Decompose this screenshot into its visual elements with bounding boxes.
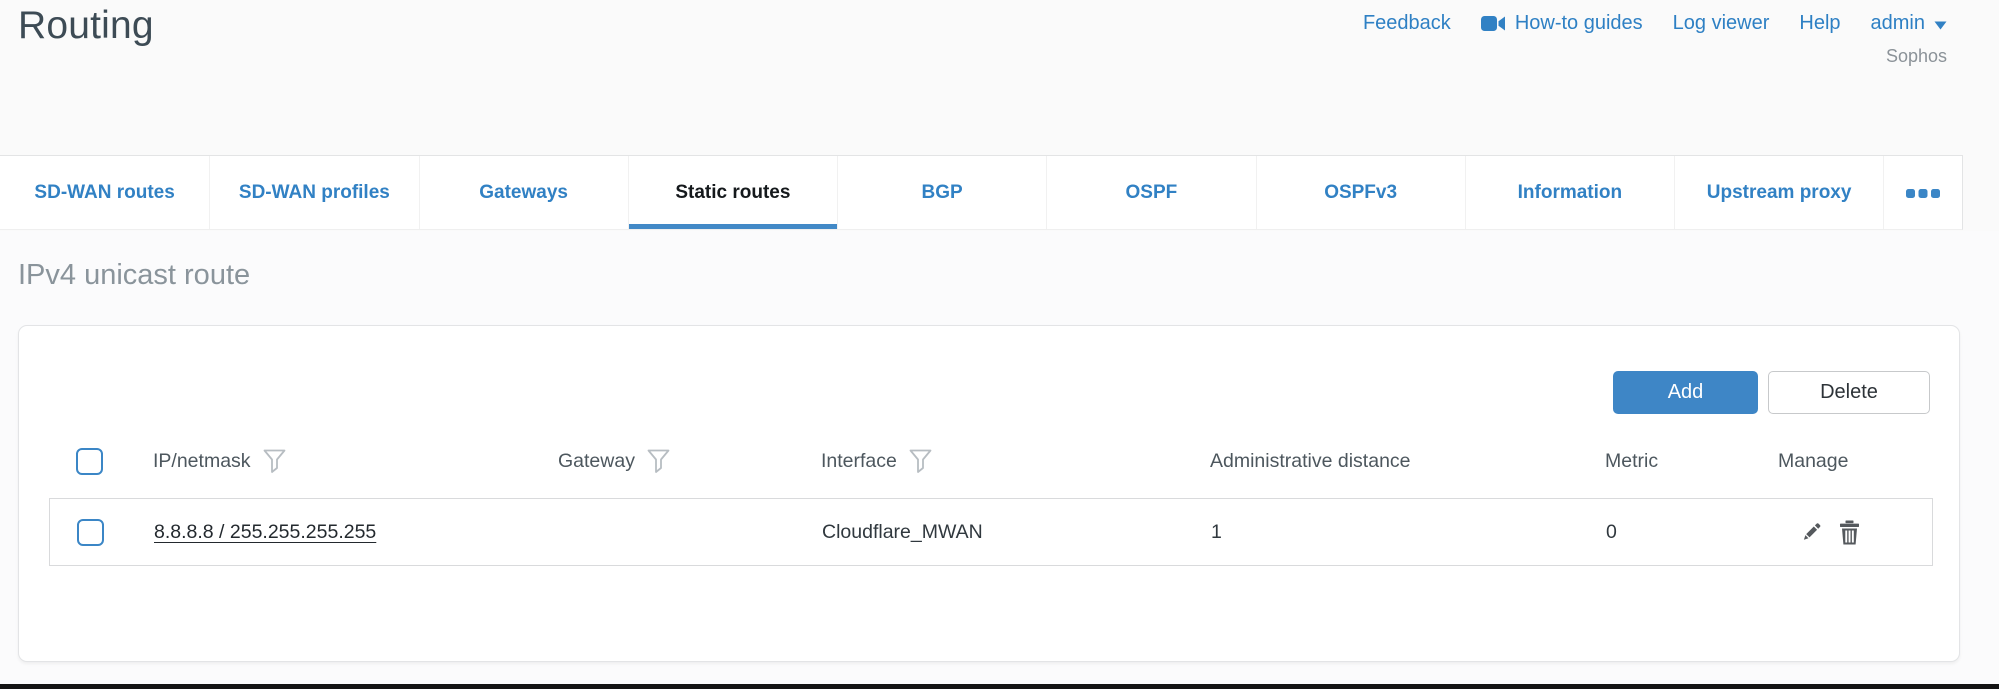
routes-panel: Add Delete IP/netmask Gateway	[18, 325, 1960, 662]
tab-more-button[interactable]	[1883, 156, 1962, 229]
tab-static-routes[interactable]: Static routes	[628, 156, 837, 229]
funnel-icon[interactable]	[263, 449, 286, 474]
column-header-interface: Interface	[821, 449, 1210, 474]
tab-label: Static routes	[675, 182, 790, 204]
user-menu[interactable]: admin	[1871, 12, 1947, 35]
delete-button[interactable]: Delete	[1768, 371, 1930, 414]
ip-netmask-link[interactable]: 8.8.8.8 / 255.255.255.255	[154, 521, 376, 543]
user-label: admin	[1871, 12, 1925, 35]
column-label: IP/netmask	[153, 450, 251, 473]
active-tab-underline	[629, 224, 837, 229]
manage-cell	[1779, 520, 1932, 545]
page-title: Routing	[18, 4, 154, 48]
tab-ospfv3[interactable]: OSPFv3	[1256, 156, 1465, 229]
tab-label: Information	[1518, 182, 1623, 204]
page-header: Routing Feedback How-to guides Log viewe…	[0, 0, 1999, 155]
tab-ospf[interactable]: OSPF	[1046, 156, 1255, 229]
add-button[interactable]: Add	[1613, 371, 1758, 414]
table-row: 8.8.8.8 / 255.255.255.255 Cloudflare_MWA…	[49, 498, 1933, 566]
help-link[interactable]: Help	[1799, 12, 1840, 35]
how-to-guides-link[interactable]: How-to guides	[1481, 12, 1643, 35]
top-nav: Feedback How-to guides Log viewer Help a…	[1363, 12, 1947, 35]
interface-cell: Cloudflare_MWAN	[822, 521, 1211, 544]
column-header-manage: Manage	[1778, 450, 1933, 473]
videocam-icon	[1481, 15, 1506, 32]
column-label: Administrative distance	[1210, 450, 1411, 473]
table-header: IP/netmask Gateway Interface	[49, 436, 1933, 486]
tab-sd-wan-routes[interactable]: SD-WAN routes	[0, 156, 209, 229]
tab-label: Gateways	[479, 182, 568, 204]
feedback-link[interactable]: Feedback	[1363, 12, 1451, 35]
select-all-checkbox[interactable]	[76, 448, 103, 475]
tab-information[interactable]: Information	[1465, 156, 1674, 229]
pencil-icon[interactable]	[1799, 520, 1823, 544]
funnel-icon[interactable]	[647, 449, 670, 474]
tab-upstream-proxy[interactable]: Upstream proxy	[1674, 156, 1883, 229]
tab-label: OSPF	[1126, 182, 1178, 204]
section-heading: IPv4 unicast route	[18, 259, 250, 292]
tab-gateways[interactable]: Gateways	[419, 156, 628, 229]
column-header-ip-netmask: IP/netmask	[153, 449, 558, 474]
tab-label: SD-WAN profiles	[239, 182, 390, 204]
tab-label: SD-WAN routes	[34, 182, 174, 204]
tab-bgp[interactable]: BGP	[837, 156, 1046, 229]
log-viewer-label: Log viewer	[1673, 12, 1770, 35]
administrative-distance-cell: 1	[1211, 521, 1606, 544]
feedback-label: Feedback	[1363, 12, 1451, 35]
brand-label: Sophos	[1886, 46, 1947, 67]
caret-down-icon	[1934, 18, 1947, 30]
tab-sd-wan-profiles[interactable]: SD-WAN profiles	[209, 156, 418, 229]
log-viewer-link[interactable]: Log viewer	[1673, 12, 1770, 35]
column-header-metric: Metric	[1605, 450, 1778, 473]
funnel-icon[interactable]	[909, 449, 932, 474]
column-label: Metric	[1605, 450, 1658, 473]
column-header-administrative-distance: Administrative distance	[1210, 450, 1605, 473]
panel-toolbar: Add Delete	[1613, 371, 1930, 414]
column-label: Manage	[1778, 450, 1848, 473]
column-label: Gateway	[558, 450, 635, 473]
how-to-guides-label: How-to guides	[1515, 12, 1643, 35]
help-label: Help	[1799, 12, 1840, 35]
tab-label: Upstream proxy	[1707, 182, 1852, 204]
tab-label: BGP	[922, 182, 963, 204]
column-header-gateway: Gateway	[558, 449, 821, 474]
content-area: IPv4 unicast route Add Delete IP/netmask…	[0, 231, 1999, 684]
column-label: Interface	[821, 450, 897, 473]
row-checkbox[interactable]	[77, 519, 104, 546]
tab-bar: SD-WAN routes SD-WAN profiles Gateways S…	[0, 155, 1963, 230]
tab-label: OSPFv3	[1324, 182, 1397, 204]
metric-cell: 0	[1606, 521, 1779, 544]
trash-icon[interactable]	[1838, 520, 1861, 545]
bottom-edge-strip	[0, 684, 1999, 689]
ellipsis-icon	[1906, 182, 1940, 204]
